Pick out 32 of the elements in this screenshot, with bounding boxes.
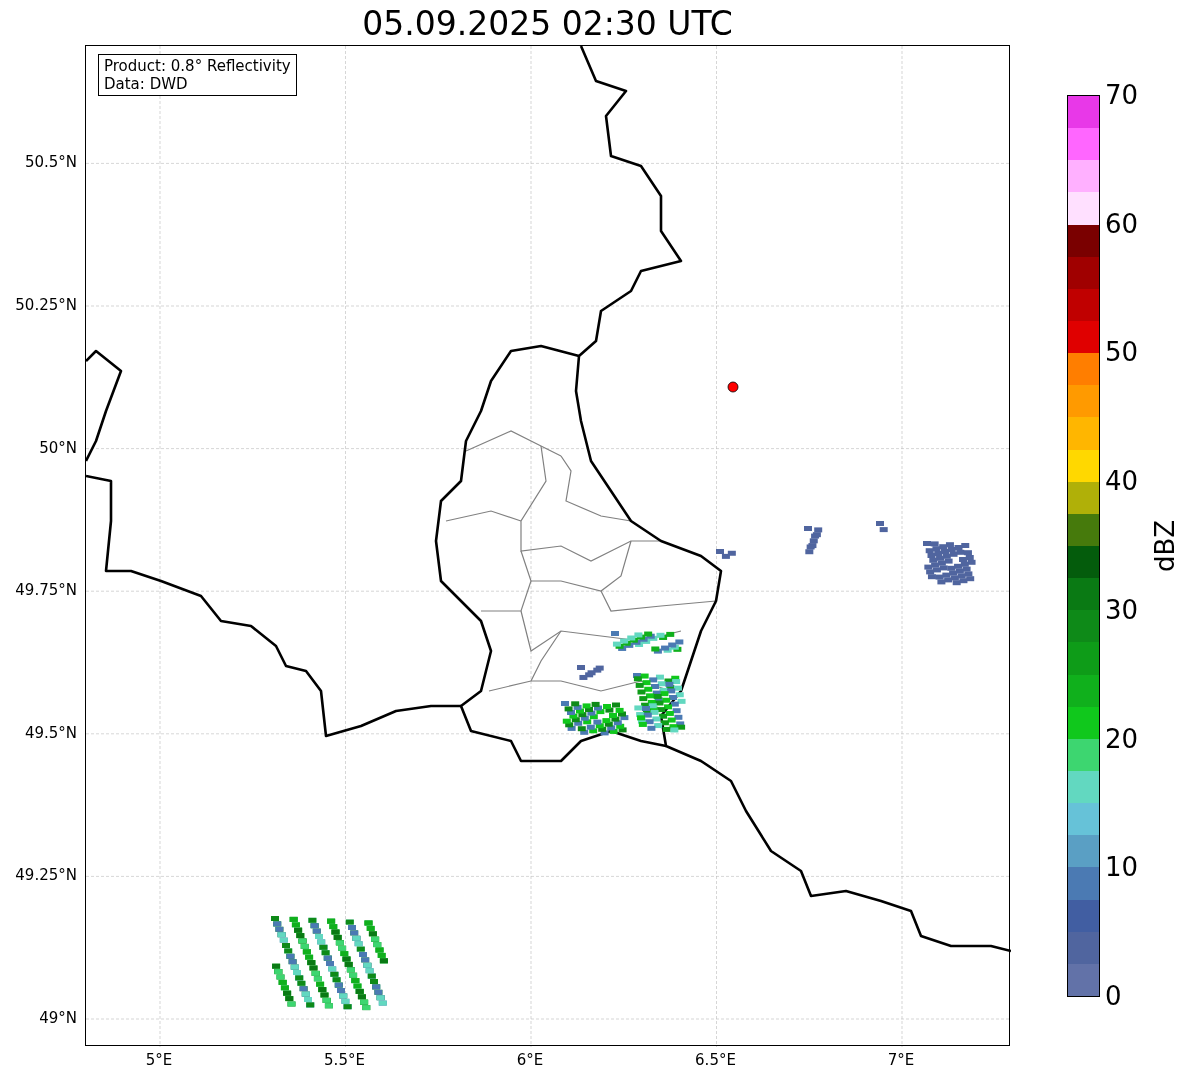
longitude-label: 7°E: [887, 1051, 915, 1069]
map-title: 05.09.2025 02:30 UTC: [362, 3, 733, 45]
latitude-label: 50°N: [39, 438, 77, 457]
radar-echo-drawing: [716, 549, 736, 559]
legend-text: Data: DWD: [104, 75, 189, 93]
radar-echo-drawing: [577, 665, 604, 680]
colorbar-tick-label: 10: [1105, 852, 1139, 883]
radar-echo-drawing: [633, 673, 686, 733]
latitude-label: 49.75°N: [15, 581, 77, 600]
radar-echo-drawing: [923, 541, 976, 586]
colorbar-tick-label: 0: [1105, 981, 1122, 1011]
colorbar-tick-label: 70: [1105, 80, 1139, 110]
colorbar-tick-label: 60: [1105, 208, 1139, 239]
legend-text: Product: 0.8° Reflectivity: [104, 57, 291, 75]
latitude-label: 49.5°N: [24, 723, 77, 742]
latitude-label: 50.5°N: [24, 153, 77, 172]
colorbar-label: dBZ: [1150, 519, 1180, 573]
latitude-label: 49°N: [39, 1009, 77, 1027]
longitude-label: 6.5°E: [695, 1051, 736, 1069]
radar-echo-drawing: [804, 526, 823, 555]
longitude-label: 6°E: [516, 1051, 544, 1069]
colorbar-tick-label: 30: [1105, 594, 1139, 625]
longitude-label: 5°E: [145, 1051, 173, 1069]
radar-echo-drawing: [561, 701, 629, 736]
radar-echo-drawing: [876, 521, 888, 533]
latitude-label: 49.25°N: [15, 866, 77, 885]
latitude-label: 50.25°N: [15, 296, 77, 314]
colorbar-tick-label: 20: [1105, 723, 1139, 754]
site-marker: [727, 381, 739, 393]
colorbar-tick-label: 40: [1105, 466, 1139, 497]
longitude-label: 5.5°E: [324, 1051, 365, 1069]
colorbar-tick-label: 50: [1105, 337, 1139, 368]
